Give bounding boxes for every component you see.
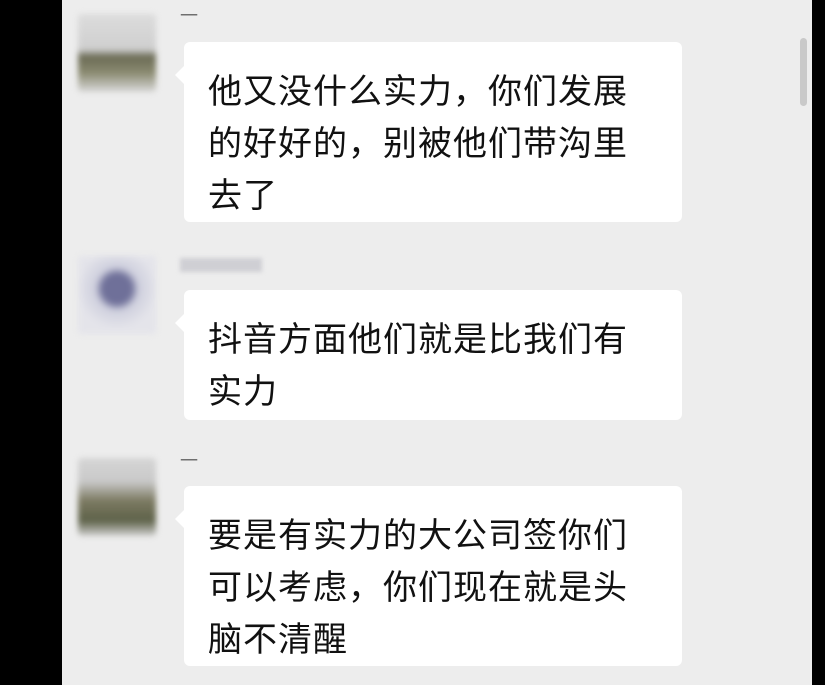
message-bubble[interactable]: 抖音方面他们就是比我们有实力 bbox=[175, 290, 682, 420]
sender-name bbox=[180, 258, 262, 272]
sender-name: 一 bbox=[180, 6, 198, 27]
message-bubble[interactable]: 他又没什么实力，你们发展的好好的，别被他们带沟里去了 bbox=[175, 42, 682, 222]
scrollbar[interactable] bbox=[800, 38, 807, 106]
chat-screen: 一 他又没什么实力，你们发展的好好的，别被他们带沟里去了 抖音方面他们就是比我们… bbox=[62, 0, 812, 685]
message-bubble[interactable]: 要是有实力的大公司签你们可以考虑，你们现在就是头脑不清醒 bbox=[175, 486, 682, 666]
message-text: 抖音方面他们就是比我们有实力 bbox=[208, 320, 628, 412]
avatar[interactable] bbox=[78, 458, 156, 536]
avatar[interactable] bbox=[78, 14, 156, 92]
avatar[interactable] bbox=[78, 256, 156, 334]
message-text: 他又没什么实力，你们发展的好好的，别被他们带沟里去了 bbox=[208, 72, 628, 216]
sender-name: 一 bbox=[180, 451, 198, 472]
message-text: 要是有实力的大公司签你们可以考虑，你们现在就是头脑不清醒 bbox=[208, 516, 628, 660]
